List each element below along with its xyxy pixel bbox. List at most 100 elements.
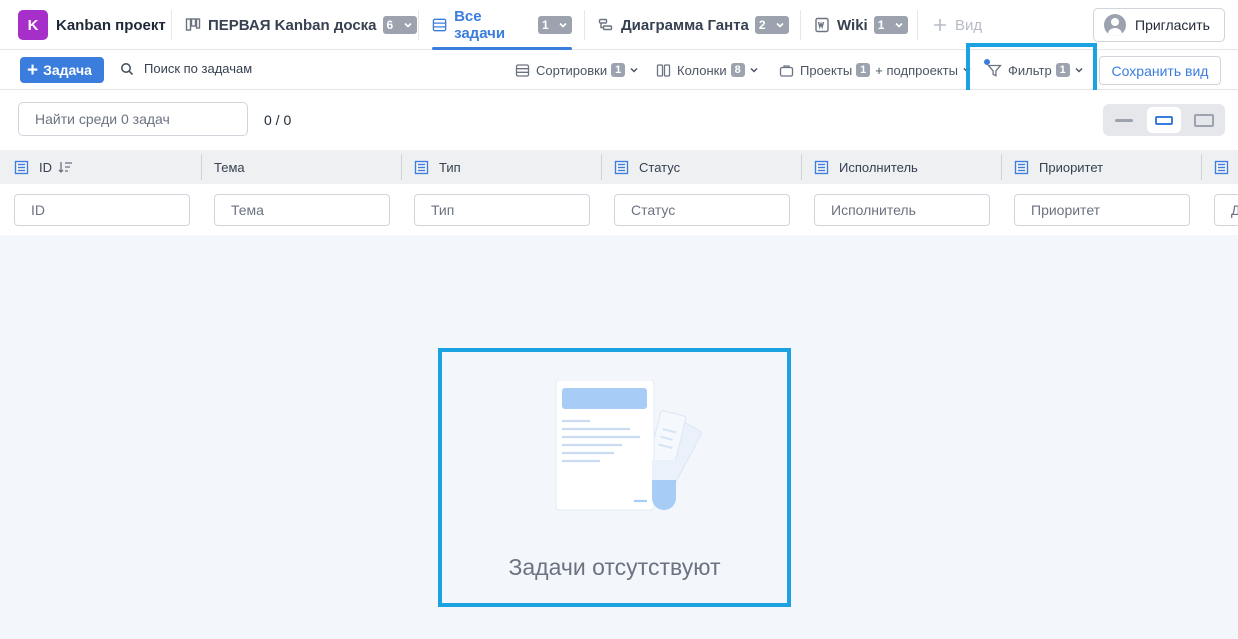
tab-count-badge[interactable]: 6: [382, 16, 417, 34]
column-menu-icon: [414, 160, 429, 174]
tab-label: ПЕРВАЯ Kanban доска: [208, 16, 377, 34]
filter-input-status[interactable]: Статус: [614, 194, 790, 226]
column-header-assignee[interactable]: Исполнитель: [814, 150, 918, 184]
column-divider: [401, 154, 402, 180]
empty-state-text: Задачи отсутствуют: [508, 554, 721, 580]
empty-document-illustration-icon: [555, 380, 702, 511]
result-counter: 0 / 0: [264, 112, 292, 128]
column-menu-icon: [814, 160, 829, 174]
divider: [800, 10, 801, 40]
column-label: Приоритет: [1039, 159, 1104, 175]
column-menu-icon: [1214, 160, 1229, 174]
tab-label: Все задачи: [454, 8, 506, 42]
column-filter-row: ID Тема Тип Статус Исполнитель Приоритет…: [0, 184, 1238, 235]
sort-count: 1: [611, 63, 626, 77]
chevron-down-icon: [895, 22, 903, 28]
columns-button[interactable]: Колонки 8: [656, 50, 759, 90]
project-switcher[interactable]: K Kanban проект: [18, 10, 166, 40]
filter-input-priority[interactable]: Приоритет: [1014, 194, 1190, 226]
find-tasks-input[interactable]: Найти среди 0 задач: [18, 102, 248, 136]
project-avatar: K: [18, 10, 48, 40]
badge-count: 6: [386, 18, 394, 32]
filter-input-subject[interactable]: Тема: [214, 194, 390, 226]
invite-label: Пригласить: [1135, 17, 1210, 33]
filter-input-type[interactable]: Тип: [414, 194, 590, 226]
tab-count-badge[interactable]: 1: [538, 16, 572, 34]
task-search[interactable]: Поиск по задачам: [120, 61, 252, 76]
sort-icon: [515, 63, 530, 77]
column-divider: [1201, 154, 1202, 180]
tab-count-badge[interactable]: 2: [754, 16, 789, 34]
tab-count-badge[interactable]: 1: [873, 16, 908, 34]
projects-count: 1: [856, 63, 871, 77]
column-header-type[interactable]: Тип: [414, 150, 461, 184]
column-header-priority[interactable]: Приоритет: [1014, 150, 1103, 184]
density-wide-button[interactable]: [1187, 107, 1221, 133]
chevron-down-icon: [403, 22, 412, 28]
user-avatar-icon: [1104, 14, 1126, 36]
compact-rows-icon: [1115, 118, 1133, 122]
normal-rows-icon: [1155, 115, 1173, 125]
filter-input-assignee[interactable]: Исполнитель: [814, 194, 990, 226]
column-label: Тип: [439, 159, 461, 175]
table-header: ID Тема Тип Статус Исполнитель Приоритет: [0, 150, 1238, 184]
tab-gantt[interactable]: Диаграмма Ганта 2: [598, 0, 789, 50]
chevron-down-icon: [630, 67, 638, 73]
divider: [418, 10, 419, 40]
kanban-board-icon: [185, 18, 201, 31]
save-view-button[interactable]: Сохранить вид: [1099, 56, 1221, 85]
columns-count: 8: [730, 63, 745, 77]
chevron-down-icon: [750, 67, 758, 73]
invite-button[interactable]: Пригласить: [1093, 8, 1225, 42]
add-view-label: Вид: [955, 16, 983, 34]
plus-icon: +: [27, 59, 39, 81]
projects-suffix: + подпроекты: [875, 62, 958, 78]
search-icon: [121, 62, 134, 75]
new-task-label: Задача: [43, 62, 92, 78]
sort-button[interactable]: Сортировки 1: [515, 50, 639, 90]
column-label: Исполнитель: [839, 159, 918, 175]
column-menu-icon: [1014, 160, 1029, 174]
wide-rows-icon: [1194, 113, 1214, 127]
new-task-button[interactable]: + Задача: [20, 57, 104, 83]
task-list-body: Задачи отсутствуют: [0, 235, 1238, 639]
chevron-down-icon: [559, 22, 567, 28]
chevron-down-icon: [776, 22, 784, 28]
divider: [584, 10, 585, 40]
badge-count: 2: [758, 18, 766, 32]
projects-label: Проекты: [800, 62, 853, 78]
sort-label: Сортировки: [536, 62, 608, 78]
filter-input-id[interactable]: ID: [14, 194, 190, 226]
search-label: Поиск по задачам: [144, 61, 253, 76]
column-header-id[interactable]: ID: [14, 150, 73, 184]
badge-count: 1: [542, 18, 549, 32]
filter-input-next[interactable]: Д: [1214, 194, 1238, 226]
columns-label: Колонки: [677, 62, 727, 78]
briefcase-icon: [779, 64, 794, 77]
density-normal-button[interactable]: [1147, 107, 1181, 133]
projects-button[interactable]: Проекты 1 + подпроекты: [779, 50, 972, 90]
badge-count: 1: [877, 18, 885, 32]
column-header-status[interactable]: Статус: [614, 150, 680, 184]
sort-desc-icon: [58, 162, 72, 173]
tab-label: Wiki: [837, 16, 868, 34]
column-header-next[interactable]: [1214, 150, 1238, 184]
plus-icon: [934, 19, 946, 31]
divider: [917, 10, 918, 40]
list-icon: [432, 18, 447, 32]
column-label: Статус: [639, 159, 681, 175]
column-header-subject[interactable]: Тема: [214, 150, 245, 184]
column-menu-icon: [14, 160, 29, 174]
tab-wiki[interactable]: Wiki 1: [814, 0, 908, 50]
row-density-switch: [1103, 104, 1225, 136]
tab-kanban-board[interactable]: ПЕРВАЯ Kanban доска 6: [185, 0, 417, 50]
column-divider: [801, 154, 802, 180]
wiki-icon: [815, 17, 829, 33]
tab-all-tasks[interactable]: Все задачи 1: [432, 0, 572, 50]
column-label: Тема: [214, 159, 245, 175]
empty-state: Задачи отсутствуют: [438, 348, 791, 607]
density-compact-button[interactable]: [1107, 107, 1141, 133]
project-name: Kanban проект: [56, 16, 166, 34]
gantt-icon: [598, 18, 613, 31]
table-search-bar: Найти среди 0 задач 0 / 0: [0, 90, 1238, 150]
